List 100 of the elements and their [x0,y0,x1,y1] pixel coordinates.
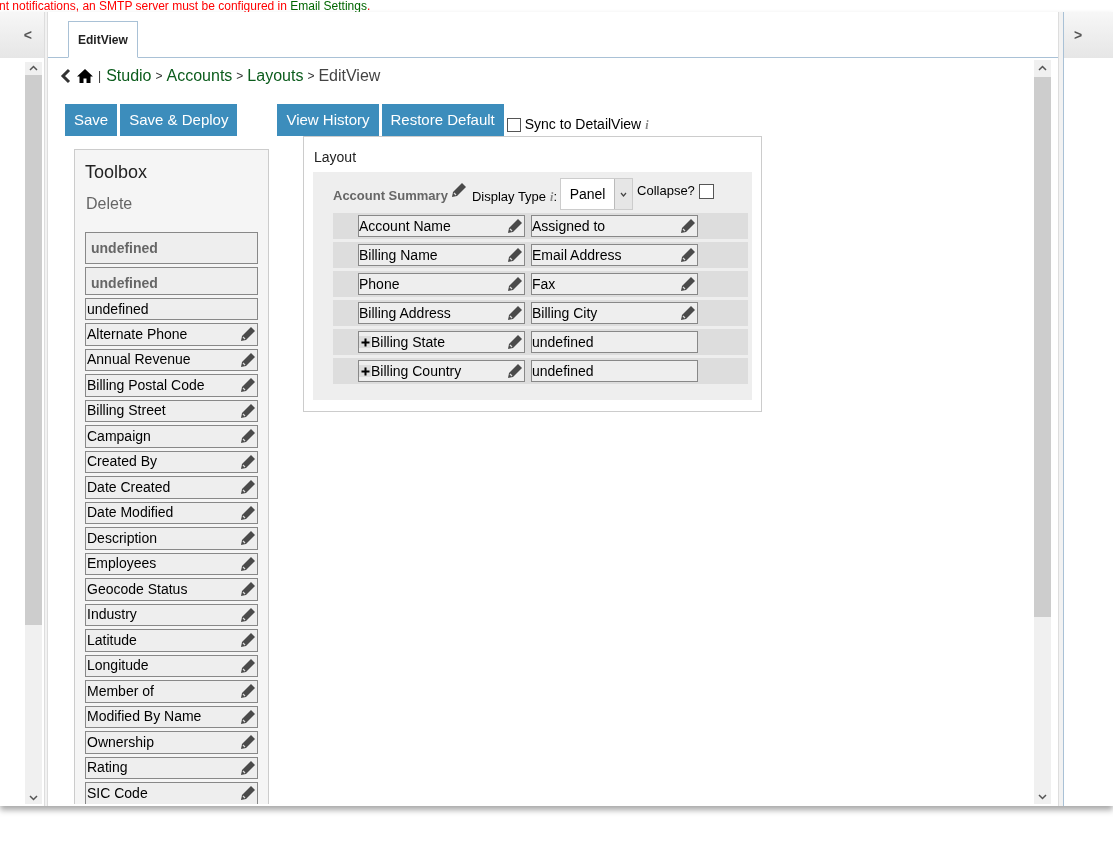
pencil-icon[interactable] [239,580,257,599]
pencil-icon[interactable] [239,758,257,777]
breadcrumb-link[interactable]: Accounts [166,64,233,88]
pencil-icon[interactable] [239,631,257,650]
layout-field[interactable]: Billing City [531,302,698,324]
scrollbar[interactable] [25,62,42,804]
tab[interactable]: EditView [68,21,138,58]
scroll-up-icon[interactable] [1038,65,1047,71]
layout-field[interactable]: Billing Address [358,302,525,324]
toolbox-item[interactable]: Latitude [85,629,258,652]
pencil-icon[interactable] [239,554,257,573]
action-button[interactable]: Restore Default [381,104,504,136]
pencil-icon[interactable] [239,656,257,675]
back-icon[interactable] [60,68,72,84]
pencil-icon[interactable] [239,733,257,752]
pencil-icon[interactable] [239,503,257,522]
toolbox-item[interactable]: Created By [85,450,258,473]
toolbox-item[interactable]: Rating [85,756,258,779]
home-icon[interactable] [76,68,94,84]
field-label: Billing Address [359,303,452,323]
layout-field[interactable]: Account Name [358,215,525,237]
pencil-icon[interactable] [506,217,524,235]
delete-area[interactable]: Delete [86,192,258,216]
info-icon[interactable]: i [645,115,649,134]
layout-field[interactable]: Email Address [531,244,698,266]
toolbox-item[interactable]: SIC Code [85,782,258,804]
pencil-icon[interactable] [239,401,257,420]
pencil-icon[interactable] [679,246,697,264]
notification-text: nt notifications, an SMTP server must be configured in Email Settings. [0,0,371,12]
pencil-icon[interactable] [239,682,257,701]
toolbox-item[interactable]: Modified By Name [85,705,258,728]
toolbox-item[interactable]: Description [85,527,258,550]
toolbox-item[interactable]: undefined [85,232,258,264]
pencil-icon[interactable] [239,478,257,497]
collapse-checkbox[interactable] [698,184,714,199]
scrollbar[interactable] [1034,60,1051,804]
pencil-icon[interactable] [239,325,257,344]
toolbox-item[interactable]: Member of [85,680,258,703]
toolbox-item[interactable]: Annual Revenue [85,348,258,371]
scroll-down-icon[interactable] [29,795,38,801]
collapse-left-button[interactable]: < [23,24,32,46]
pencil-icon[interactable] [679,304,697,322]
display-type-select[interactable]: Panel [560,178,634,210]
pencil-icon[interactable] [239,707,257,726]
pencil-icon[interactable] [239,452,257,471]
layout-title: Layout [314,148,358,167]
pencil-icon[interactable] [679,275,697,293]
action-button[interactable]: View History [277,104,379,136]
pencil-icon[interactable] [239,784,257,803]
toolbox-item[interactable]: Billing Postal Code [85,374,258,397]
field-label: Description [87,528,159,548]
toolbox-item[interactable]: Date Modified [85,501,258,524]
layout-field[interactable]: Billing State [358,331,525,353]
layout-field[interactable]: Assigned to [531,215,698,237]
pencil-icon[interactable] [506,275,524,293]
pencil-icon[interactable] [239,350,257,369]
layout-field[interactable]: undefined [531,331,698,353]
toolbox-item[interactable]: undefined [85,298,258,320]
scroll-up-icon[interactable] [29,65,38,71]
layout-field[interactable]: Phone [358,273,525,295]
toolbox-item[interactable]: undefined [85,267,258,295]
toolbox-item[interactable]: Longitude [85,654,258,677]
pencil-icon[interactable] [679,217,697,235]
pencil-icon[interactable] [239,427,257,446]
pencil-icon[interactable] [239,529,257,548]
toolbox-item[interactable]: Date Created [85,476,258,499]
expand-right-button[interactable]: > [1074,24,1083,46]
pencil-icon[interactable] [449,181,468,199]
pencil-icon[interactable] [239,605,257,624]
action-button[interactable]: Save [65,104,118,136]
sync-checkbox[interactable] [506,117,521,132]
email-settings-link[interactable]: Email Settings [290,0,367,12]
toolbox-item[interactable]: Industry [85,603,258,626]
toolbox-item[interactable]: Campaign [85,425,258,448]
pencil-icon[interactable] [506,246,524,264]
toolbox-item[interactable]: Employees [85,552,258,575]
colon-text: : [553,188,558,206]
pencil-icon[interactable] [506,362,524,380]
layout-field[interactable]: Billing Country [358,360,525,382]
field-label: Date Created [87,477,172,497]
pencil-icon[interactable] [506,333,524,351]
layout-field[interactable]: undefined [531,360,698,382]
breadcrumb-link[interactable]: Layouts [247,64,304,88]
collapse-label: Collapse? [637,182,695,200]
breadcrumb-link[interactable]: Studio [106,64,152,88]
separator-text: > [236,68,244,85]
pencil-icon[interactable] [506,304,524,322]
toolbox-item[interactable]: Billing Street [85,399,258,422]
layout-field[interactable]: Billing Name [358,244,525,266]
expand-icon[interactable] [359,365,371,377]
field-label: Billing Name [359,245,439,265]
action-button[interactable]: Save & Deploy [120,104,238,136]
display-type-label: Display Type [471,188,547,206]
pencil-icon[interactable] [239,376,257,395]
toolbox-item[interactable]: Alternate Phone [85,323,258,346]
scroll-down-icon[interactable] [1038,794,1047,800]
toolbox-item[interactable]: Geocode Status [85,578,258,601]
toolbox-item[interactable]: Ownership [85,731,258,754]
expand-icon[interactable] [359,336,371,348]
layout-field[interactable]: Fax [531,273,698,295]
